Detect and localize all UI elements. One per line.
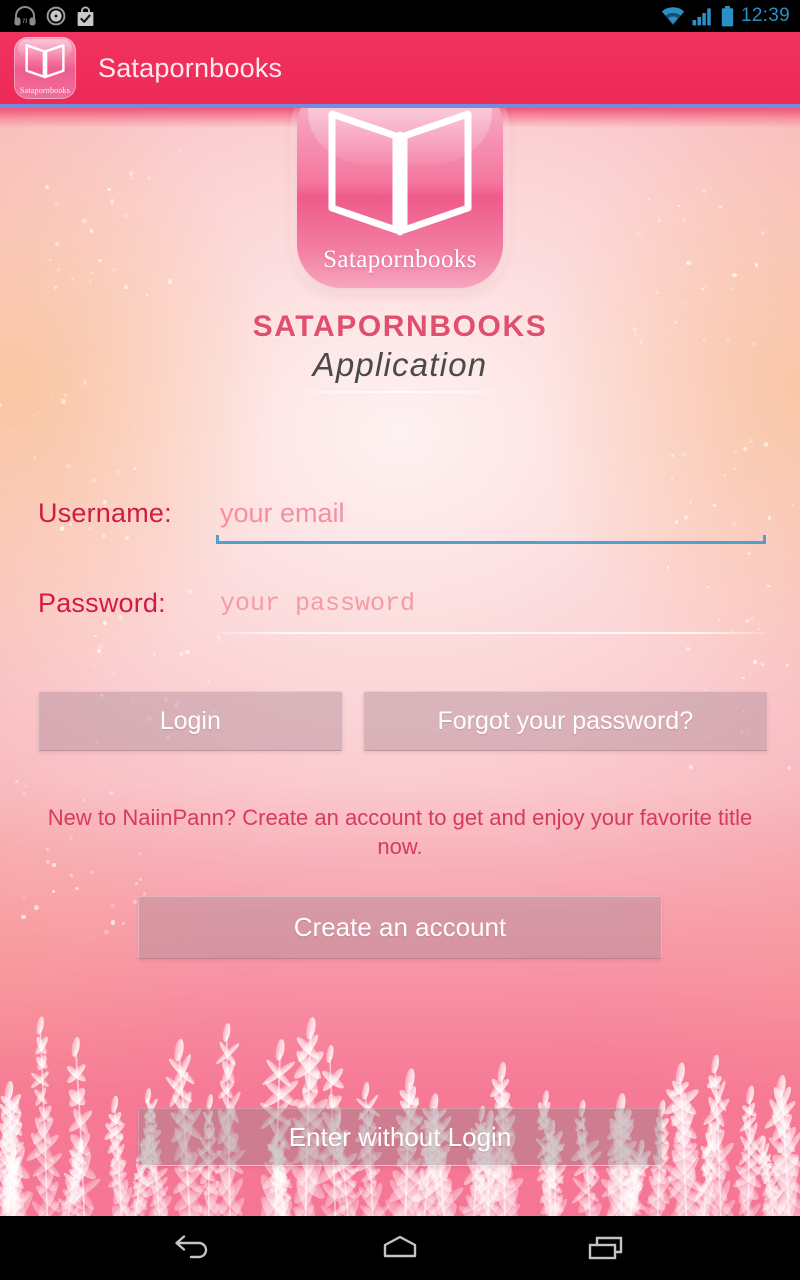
svg-text:n: n (23, 15, 28, 25)
password-placeholder: your password (220, 589, 416, 618)
app-title: Satapornbooks (98, 52, 283, 83)
password-label: Password: (38, 588, 166, 618)
username-underline (216, 535, 766, 544)
open-book-icon (328, 110, 472, 236)
password-input[interactable]: your password (216, 578, 766, 634)
back-button[interactable] (158, 1226, 228, 1270)
hero-section: Satapornbooks SATAPORNBOOKS Application (0, 82, 800, 393)
home-icon (383, 1235, 417, 1258)
home-button[interactable] (365, 1226, 435, 1270)
status-bar: n 12:39 (0, 0, 800, 32)
android-navigation-bar (0, 1216, 800, 1280)
app-logo-small-wordmark: Satapornbooks (19, 86, 71, 95)
enter-without-login-button[interactable]: Enter without Login (138, 1108, 662, 1166)
recents-button[interactable] (572, 1226, 642, 1270)
status-bar-clock: 12:39 (740, 5, 790, 26)
back-icon (175, 1235, 208, 1259)
app-screen: Satapornbooks SATAPORNBOOKS Application … (0, 0, 800, 1280)
app-logo-large: Satapornbooks (297, 82, 503, 288)
logo-wordmark: Satapornbooks (323, 246, 477, 273)
headphones-icon: n (14, 6, 36, 26)
status-bar-system: 12:39 (661, 5, 790, 27)
login-button[interactable]: Login (38, 691, 343, 751)
action-bar: Satapornbooks Satapornbooks (0, 32, 800, 104)
wifi-icon (661, 6, 685, 25)
password-underline (216, 632, 766, 634)
auth-button-row: Login Forgot your password? (38, 691, 768, 751)
clock-icon (46, 6, 66, 26)
open-book-icon-small (25, 44, 65, 79)
app-logo-small[interactable]: Satapornbooks (14, 37, 76, 99)
username-input[interactable]: your email (216, 488, 766, 544)
status-bar-notifications: n (14, 6, 95, 27)
password-field-row: Password: your password (0, 578, 800, 638)
action-bar-accent-line (0, 104, 800, 108)
username-placeholder: your email (220, 498, 345, 528)
brand-divider (266, 391, 534, 393)
play-store-bag-icon (77, 6, 94, 26)
battery-icon (721, 5, 734, 26)
create-account-button[interactable]: Create an account (138, 896, 662, 959)
forgot-password-button[interactable]: Forgot your password? (362, 691, 768, 751)
username-label: Username: (38, 498, 172, 528)
recents-icon (588, 1236, 622, 1260)
signup-promo-text: New to NaiinPann? Create an account to g… (47, 805, 753, 859)
username-field-row: Username: your email (0, 488, 800, 548)
brand-subtitle: Application (312, 346, 488, 383)
brand-title: SATAPORNBOOKS (252, 310, 548, 343)
login-form: Username: your email Password: your pass… (0, 488, 800, 638)
cellular-signal-icon (692, 7, 711, 25)
